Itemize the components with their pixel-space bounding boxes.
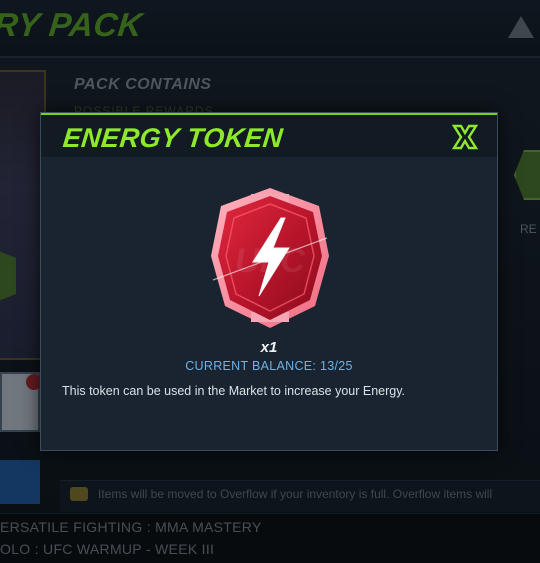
dialog-header: ENERGY TOKEN [41,113,497,157]
energy-token-icon: UFC [207,184,333,332]
token-description: This token can be used in the Market to … [62,384,406,398]
close-icon[interactable] [450,123,480,151]
current-balance: CURRENT BALANCE: 13/25 [185,359,353,373]
energy-token-dialog: ENERGY TOKEN x1 CURRENT BALANCE: 13/25 T… [40,112,498,451]
token-quantity: x1 [260,339,278,356]
dialog-title: ENERGY TOKEN [61,123,285,153]
